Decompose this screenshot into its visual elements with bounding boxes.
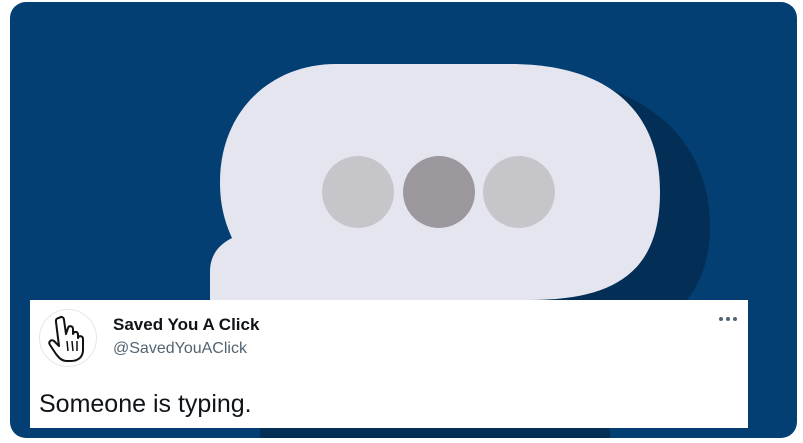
more-options-button[interactable] (716, 310, 740, 328)
avatar[interactable] (39, 309, 97, 367)
tweet-text: Someone is typing. (39, 390, 252, 418)
pointing-hand-cursor-icon (48, 315, 84, 362)
display-name[interactable]: Saved You A Click (113, 315, 259, 335)
typing-dot-middle (403, 156, 475, 228)
typing-dot-left (322, 156, 394, 228)
typing-dot-right (483, 156, 555, 228)
media-frame[interactable]: Saved You A Click @SavedYouAClick Someon… (10, 2, 797, 438)
more-options-icon (719, 317, 737, 321)
embedded-tweet-card[interactable]: Saved You A Click @SavedYouAClick Someon… (30, 300, 748, 428)
user-handle[interactable]: @SavedYouAClick (113, 340, 247, 358)
